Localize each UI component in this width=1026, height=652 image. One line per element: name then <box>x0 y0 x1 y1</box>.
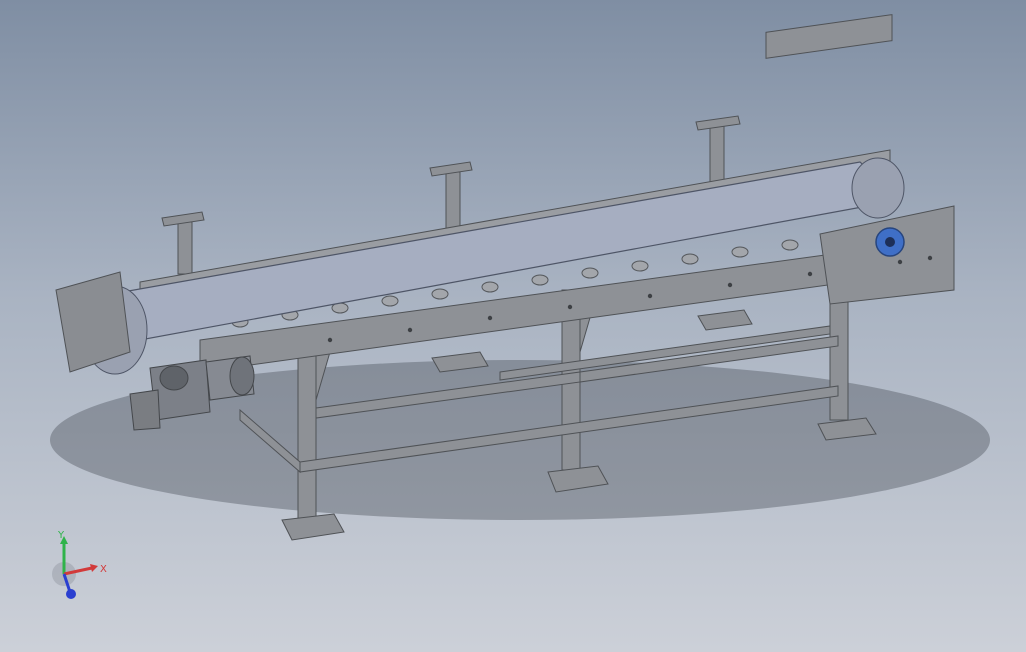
foot-plate <box>697 309 753 331</box>
motor-fan-cover <box>229 356 255 396</box>
roller <box>381 295 399 307</box>
graphics-viewport[interactable]: Y X <box>0 0 1026 652</box>
triad-y-label: Y <box>57 530 65 541</box>
roller <box>431 288 449 300</box>
back-support-post <box>445 171 461 233</box>
drive-base <box>129 389 161 431</box>
roller <box>781 239 799 251</box>
roller <box>731 246 749 258</box>
front-leg <box>297 334 317 521</box>
bearing-center <box>885 237 895 247</box>
back-support-post <box>177 221 193 275</box>
view-triad[interactable]: Y X <box>40 530 120 610</box>
roller <box>631 260 649 272</box>
gearbox-flange <box>159 365 189 391</box>
roller <box>581 267 599 279</box>
foot-plate <box>281 513 345 541</box>
head-drum <box>851 157 905 219</box>
conveyor-model[interactable] <box>0 0 1026 652</box>
roller <box>681 253 699 265</box>
triad-x-label: X <box>100 564 107 575</box>
z-axis-dot-icon <box>66 589 76 599</box>
roller <box>531 274 549 286</box>
roller <box>481 281 499 293</box>
head-guard <box>765 14 893 59</box>
back-support-post <box>709 123 725 185</box>
x-axis-arrow-icon <box>90 564 98 572</box>
